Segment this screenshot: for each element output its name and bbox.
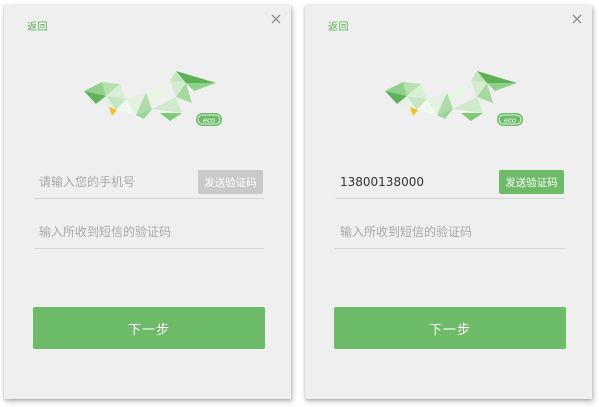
brand-logo-text: eco: [203, 116, 215, 125]
back-link[interactable]: 返回: [27, 18, 48, 33]
phone-field-row: 发送验证码: [335, 166, 565, 199]
send-code-button[interactable]: 发送验证码: [198, 170, 263, 194]
next-button[interactable]: 下一步: [334, 307, 566, 349]
phone-field-row: 发送验证码: [34, 166, 264, 199]
phone-input[interactable]: [39, 166, 189, 198]
close-icon[interactable]: [269, 12, 283, 26]
back-link[interactable]: 返回: [328, 18, 349, 33]
next-button[interactable]: 下一步: [33, 307, 265, 349]
close-icon[interactable]: [570, 12, 584, 26]
bird-logo-icon: eco: [84, 71, 222, 126]
phone-input[interactable]: [340, 166, 490, 198]
bird-logo-icon: eco: [385, 71, 523, 126]
send-code-button[interactable]: 发送验证码: [499, 170, 564, 194]
brand-logo-text: eco: [504, 116, 516, 125]
verification-code-input[interactable]: [39, 216, 259, 248]
login-panel: 返回 eco: [305, 5, 592, 399]
code-field-row: [335, 216, 565, 249]
verification-code-input[interactable]: [340, 216, 560, 248]
login-panel: 返回 eco: [4, 5, 291, 399]
code-field-row: [34, 216, 264, 249]
